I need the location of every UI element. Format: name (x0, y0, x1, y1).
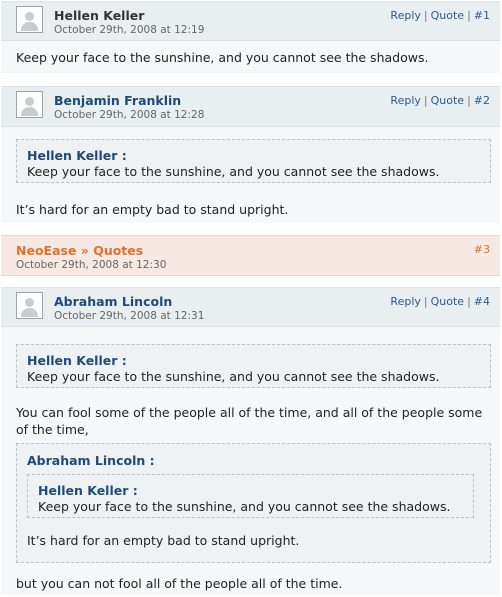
comment-text: You can fool some of the people all of t… (16, 405, 483, 437)
inner-quoted-text: Keep your face to the sunshine, and you … (38, 499, 451, 514)
separator: | (423, 9, 428, 22)
comment-text: It’s hard for an empty bad to stand upri… (16, 202, 289, 217)
pingback-date: October 29th, 2008 at 12:30 (16, 259, 167, 271)
comment-body: Hellen Keller : Keep your face to the su… (1, 327, 500, 595)
quoted-author: Hellen Keller : (27, 148, 127, 163)
comment-1: Hellen Keller October 29th, 2008 at 12:1… (1, 1, 500, 73)
separator: | (423, 295, 428, 308)
comment-4: Abraham Lincoln October 29th, 2008 at 12… (1, 287, 500, 595)
blockquote: Hellen Keller : Keep your face to the su… (16, 344, 491, 388)
comment-closing-text: but you can not fool all of the people a… (16, 576, 343, 591)
separator: | (467, 9, 471, 22)
reply-link[interactable]: Reply (390, 9, 420, 22)
comment-header: Benjamin Franklin October 29th, 2008 at … (1, 86, 500, 127)
separator: | (467, 295, 471, 308)
comment-actions: Reply | Quote | #4 (390, 295, 490, 308)
separator: | (423, 94, 428, 107)
quote-link[interactable]: Quote (431, 94, 464, 107)
comment-author: Hellen Keller (54, 8, 145, 23)
pingback-title-link[interactable]: NeoEase » Quotes (16, 243, 143, 258)
comment-date: October 29th, 2008 at 12:31 (54, 310, 205, 322)
pingback: NeoEase » Quotes October 29th, 2008 at 1… (1, 235, 500, 276)
comment-date: October 29th, 2008 at 12:19 (54, 24, 205, 36)
comment-author-link[interactable]: Benjamin Franklin (54, 93, 181, 108)
quoted-author: Hellen Keller : (27, 353, 127, 368)
blockquote: Hellen Keller : Keep your face to the su… (16, 139, 491, 183)
quote-link[interactable]: Quote (431, 9, 464, 22)
comment-permalink[interactable]: #4 (474, 295, 490, 308)
quote-link[interactable]: Quote (431, 295, 464, 308)
comment-permalink[interactable]: #2 (474, 94, 490, 107)
comment-header: Abraham Lincoln October 29th, 2008 at 12… (1, 287, 500, 327)
quoted-text: Keep your face to the sunshine, and you … (27, 164, 440, 179)
comment-actions: Reply | Quote | #1 (390, 9, 490, 22)
separator: | (467, 94, 471, 107)
quoted-author: Abraham Lincoln : (27, 453, 155, 468)
pingback-permalink[interactable]: #3 (474, 243, 490, 256)
avatar (16, 6, 43, 33)
nested-quote-text: It’s hard for an empty bad to stand upri… (27, 533, 300, 548)
comment-author-link[interactable]: Abraham Lincoln (54, 294, 172, 309)
avatar (16, 91, 43, 118)
inner-quoted-author: Hellen Keller : (38, 483, 138, 498)
comment-date: October 29th, 2008 at 12:28 (54, 109, 205, 121)
reply-link[interactable]: Reply (390, 94, 420, 107)
inner-blockquote: Hellen Keller : Keep your face to the su… (27, 474, 474, 518)
comment-body: Hellen Keller : Keep your face to the su… (1, 127, 500, 223)
comment-permalink[interactable]: #1 (474, 9, 490, 22)
quoted-text: Keep your face to the sunshine, and you … (27, 369, 440, 384)
comment-header: Hellen Keller October 29th, 2008 at 12:1… (1, 1, 500, 41)
comment-2: Benjamin Franklin October 29th, 2008 at … (1, 86, 500, 223)
nested-blockquote: Abraham Lincoln : Hellen Keller : Keep y… (16, 443, 491, 563)
comment-actions: Reply | Quote | #2 (390, 94, 490, 107)
comment-body: Keep your face to the sunshine, and you … (1, 41, 500, 73)
comment-text: Keep your face to the sunshine, and you … (16, 50, 429, 65)
avatar (16, 292, 43, 319)
reply-link[interactable]: Reply (390, 295, 420, 308)
